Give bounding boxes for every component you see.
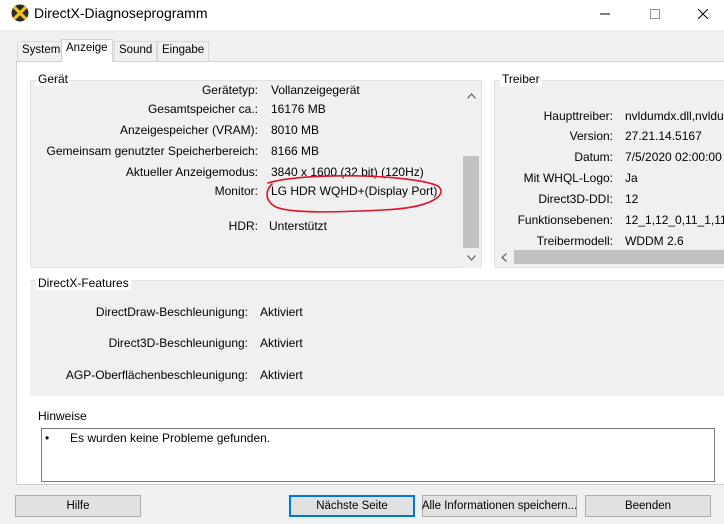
treiber-value-ddi: 12 (625, 192, 639, 206)
treiber-label-datum: Datum: (574, 150, 613, 164)
chevron-left-icon (501, 252, 507, 262)
geraet-label-monitor: Monitor: (214, 184, 258, 198)
feature-label-direct3d: Direct3D-Beschleunigung: (108, 336, 248, 350)
features-title: DirectX-Features (36, 276, 131, 290)
geraet-value-hdr: Unterstützt (269, 219, 328, 233)
save-all-info-button[interactable]: Alle Informationen speichern... (422, 495, 577, 517)
chevron-up-icon (466, 93, 476, 99)
close-button[interactable] (680, 0, 724, 28)
treiber-value-treibermodell: WDDM 2.6 (625, 234, 684, 248)
maximize-button[interactable] (632, 0, 678, 28)
hinweise-title: Hinweise (38, 409, 87, 423)
hinweise-box[interactable]: • Es wurden keine Probleme gefunden. (41, 428, 715, 482)
geraet-value-shared: 8166 MB (271, 144, 320, 158)
treiber-value-funktionsebenen: 12_1,12_0,11_1,11_0 (625, 213, 724, 227)
geraet-label-shared: Gemeinsam genutzter Speicherbereich: (46, 144, 258, 158)
tab-eingabe[interactable]: Eingabe (157, 41, 210, 61)
features-panel: DirectDraw-Beschleunigung: Aktiviert Dir… (30, 280, 724, 396)
geraet-value-anzeigemodus: 3840 x 1600 (32 bit) (120Hz) (271, 165, 424, 179)
geraet-value-vram: 8010 MB (271, 123, 320, 137)
scroll-down-button[interactable] (464, 252, 478, 264)
exit-button[interactable]: Beenden (585, 495, 711, 517)
chevron-down-icon (466, 255, 476, 261)
directx-x-icon (11, 4, 29, 22)
geraet-scroll-thumb[interactable] (463, 156, 479, 248)
minimize-icon (600, 13, 610, 15)
geraet-label-hdr: HDR: (228, 219, 258, 233)
treiber-value-version: 27.21.14.5167 (625, 129, 702, 143)
treiber-label-haupttreiber: Haupttreiber: (543, 109, 613, 123)
feature-label-directdraw: DirectDraw-Beschleunigung: (95, 305, 248, 319)
scroll-left-button[interactable] (498, 251, 510, 263)
hinweise-text: Es wurden keine Probleme gefunden. (70, 431, 271, 445)
treiber-label-version: Version: (569, 129, 613, 143)
hinweise-bullet: • (45, 431, 50, 445)
geraet-value-typ: Vollanzeigegerät (271, 83, 360, 97)
feature-label-agp: AGP-Oberflächenbeschleunigung: (65, 368, 248, 382)
help-button[interactable]: Hilfe (15, 495, 141, 517)
treiber-value-whql: Ja (625, 171, 638, 185)
treiber-title: Treiber (500, 72, 542, 86)
treiber-panel: Haupttreiber: nvldumdx.dll,nvldumdx.dll … (494, 80, 724, 268)
treiber-value-datum: 7/5/2020 02:00:00 (625, 150, 722, 164)
scroll-up-button[interactable] (464, 90, 478, 102)
treiber-label-funktionsebenen: Funktionsebenen: (517, 213, 613, 227)
geraet-title: Gerät (36, 72, 71, 86)
geraet-value-gesamtspeicher: 16176 MB (271, 102, 326, 116)
treiber-label-ddi: Direct3D-DDI: (538, 192, 613, 206)
next-page-button[interactable]: Nächste Seite (289, 495, 415, 517)
feature-value-directdraw: Aktiviert (260, 305, 303, 319)
geraet-label-anzeigemodus: Aktueller Anzeigemodus: (125, 165, 258, 179)
feature-value-direct3d: Aktiviert (260, 336, 303, 350)
geraet-label-vram: Anzeigespeicher (VRAM): (119, 123, 258, 137)
treiber-label-treibermodell: Treibermodell: (536, 234, 613, 248)
feature-value-agp: Aktiviert (260, 368, 303, 382)
maximize-icon (650, 9, 660, 19)
geraet-value-monitor: LG HDR WQHD+(Display Port) (271, 184, 438, 198)
window-title: DirectX-Diagnoseprogramm (34, 5, 208, 21)
geraet-label-gesamtspeicher: Gesamtspeicher ca.: (147, 102, 258, 116)
treiber-value-haupttreiber: nvldumdx.dll,nvldumdx.dll (625, 109, 724, 123)
tab-system[interactable]: System (17, 41, 66, 61)
geraet-panel: Gerätetyp: Vollanzeigegerät Gesamtspeich… (30, 80, 482, 268)
close-icon (698, 9, 708, 19)
treiber-scroll-thumb[interactable] (514, 250, 724, 264)
tab-anzeige[interactable]: Anzeige (61, 39, 113, 62)
tab-sound[interactable]: Sound (114, 41, 158, 61)
treiber-label-whql: Mit WHQL-Logo: (523, 171, 613, 185)
minimize-button[interactable] (582, 0, 628, 28)
